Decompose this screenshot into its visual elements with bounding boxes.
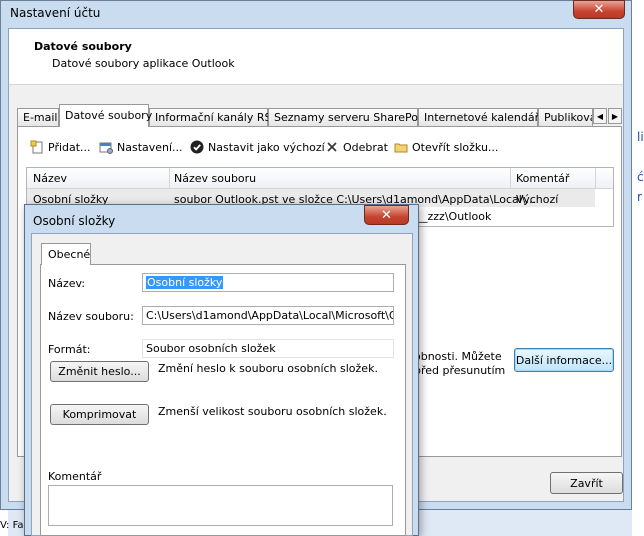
background-link[interactable]: r: [637, 190, 642, 204]
set-default-button[interactable]: Nastavit jako výchozí: [190, 140, 325, 154]
comment-textarea[interactable]: [48, 485, 393, 526]
settings-icon: [99, 142, 113, 154]
page-subtitle: Datové soubory aplikace Outlook: [52, 57, 235, 70]
checkmark-icon: [190, 140, 204, 154]
tab-internet-calendars[interactable]: Internetové kalendáře: [418, 108, 546, 126]
name-label: Název:: [48, 277, 86, 290]
open-folder-button[interactable]: Otevřít složku...: [394, 140, 498, 154]
tab-published-calendars[interactable]: Publikovan: [538, 108, 593, 126]
tab-scroll: ◀ ▶: [593, 108, 623, 124]
dialog-title: Osobní složky: [33, 214, 116, 228]
compact-button[interactable]: Komprimovat: [50, 404, 149, 425]
tab-sharepoint-lists[interactable]: Seznamy serveru SharePoint: [268, 108, 432, 126]
column-divider[interactable]: [169, 168, 170, 188]
filename-label: Název souboru:: [48, 310, 134, 323]
set-default-label: Nastavit jako výchozí: [208, 140, 325, 154]
window-title: Nastavení účtu: [10, 6, 101, 20]
column-header-name[interactable]: Název: [33, 172, 67, 185]
format-field: Soubor osobních složek: [142, 339, 394, 358]
add-button[interactable]: Přidat...: [30, 140, 91, 154]
tab-rss-feeds[interactable]: Informační kanály RSS: [149, 108, 278, 126]
background-text: V: Fa: [0, 520, 24, 531]
name-value: Osobní složky: [146, 276, 224, 289]
tab-label: Seznamy serveru SharePoint: [274, 111, 433, 124]
background-link[interactable]: li: [637, 130, 644, 144]
tab-data-files[interactable]: Datové soubory: [59, 104, 153, 127]
comment-label: Komentář: [48, 470, 102, 483]
info-text: obnosti. Můžete: [414, 350, 502, 363]
tab-email[interactable]: E-mail: [17, 108, 59, 126]
close-icon: ✕: [381, 207, 392, 223]
chevron-right-icon[interactable]: ▶: [608, 108, 622, 124]
remove-label: Odebrat: [343, 140, 388, 154]
background-window-edge: [632, 0, 644, 536]
dialog-close-button[interactable]: ✕: [364, 205, 409, 225]
cell-filename: y__zzz\Outlook: [410, 210, 492, 223]
cell-comment: Výchozí: [516, 193, 559, 206]
add-label: Přidat...: [48, 140, 91, 154]
name-input[interactable]: Osobní složky: [142, 273, 394, 292]
compact-description: Zmenší velikost souboru osobních složek.: [158, 405, 387, 418]
open-folder-label: Otevřít složku...: [412, 140, 499, 154]
format-label: Formát:: [48, 343, 91, 356]
column-divider[interactable]: [595, 168, 596, 188]
remove-button[interactable]: Odebrat: [325, 140, 388, 154]
tab-label: E-mail: [23, 111, 58, 124]
filename-field[interactable]: C:\Users\d1amond\AppData\Local\Microsoft…: [142, 306, 394, 325]
window-close-button[interactable]: ✕: [573, 0, 625, 19]
remove-icon: [327, 142, 337, 152]
tab-label: Obecné: [48, 248, 91, 261]
tab-general[interactable]: Obecné: [41, 243, 91, 265]
settings-button[interactable]: Nastavení...: [99, 140, 183, 154]
close-button[interactable]: Zavřít: [550, 472, 623, 494]
change-password-description: Změní heslo k souboru osobních složek.: [158, 362, 378, 375]
column-divider[interactable]: [510, 168, 511, 188]
page-title: Datové soubory: [34, 40, 132, 53]
more-info-button[interactable]: Další informace...: [514, 348, 614, 372]
tab-label: Datové soubory: [65, 109, 153, 122]
add-file-icon: [30, 140, 43, 154]
column-header-comment[interactable]: Komentář: [516, 172, 569, 185]
tab-label: Publikovan: [544, 111, 592, 124]
tab-label: Internetové kalendáře: [424, 111, 546, 124]
column-header-filename[interactable]: Název souboru: [174, 172, 256, 185]
tab-label: Informační kanály RSS: [155, 111, 279, 124]
change-password-button[interactable]: Změnit heslo...: [50, 361, 149, 382]
settings-label: Nastavení...: [117, 140, 183, 154]
info-text: před přesunutím: [414, 364, 506, 377]
folder-icon: [394, 143, 408, 153]
close-icon: ✕: [593, 2, 605, 17]
background-link[interactable]: ć: [637, 170, 644, 184]
chevron-left-icon[interactable]: ◀: [593, 108, 607, 124]
